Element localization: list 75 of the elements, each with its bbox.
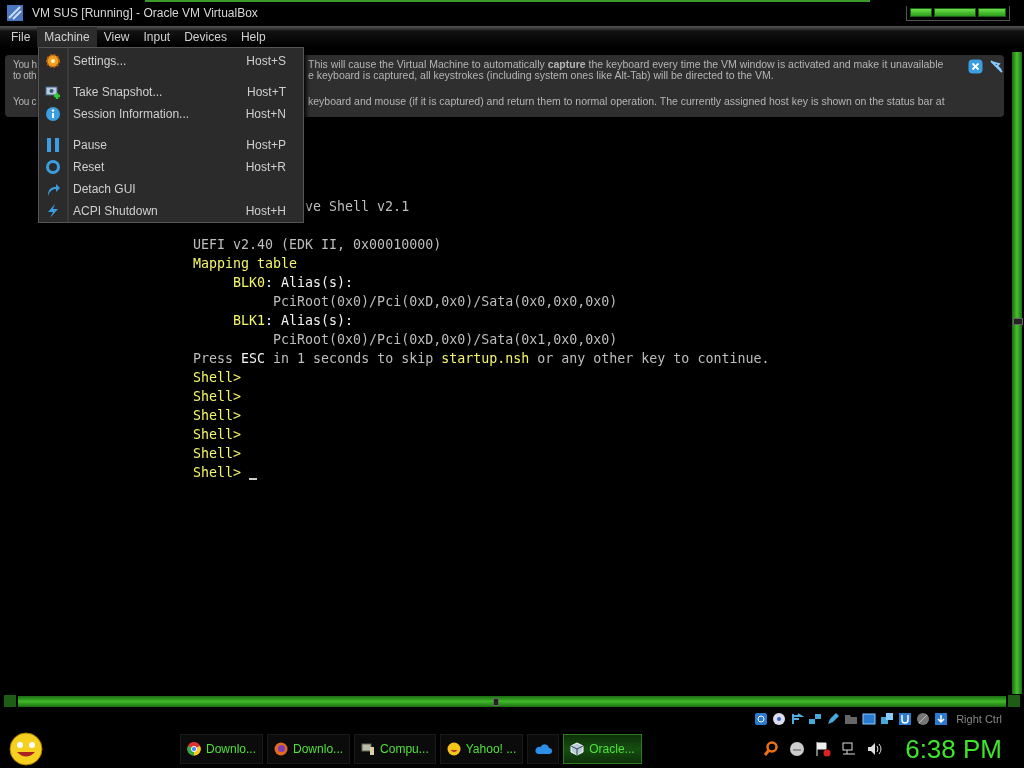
- terminal-line: PciRoot(0x0)/Pci(0xD,0x0)/Sata(0x1,0x0,0x0): [272, 331, 618, 349]
- taskbar-button[interactable]: [527, 734, 560, 764]
- terminal-line: UEFI v2.40 (EDK II, 0x00010000): [193, 236, 442, 254]
- info-icon: [45, 106, 61, 122]
- camera-plus-icon: [45, 84, 61, 100]
- notification-text: This will cause the Virtual Machine to automatically capture the keyboard every time the VM window is activated and make it unavailable: [308, 59, 944, 70]
- network-icon: [808, 712, 823, 726]
- menu-item[interactable]: Machine: [37, 27, 97, 47]
- horizontal-scrollbar[interactable]: [18, 695, 1006, 707]
- terminal-line: Shell>: [193, 445, 242, 463]
- taskbar-button[interactable]: Compu...: [354, 734, 436, 764]
- notification-text: e keyboard is captured, all keystrokes (including system ones like Alt-Tab) will be directed to the VM.: [308, 70, 774, 81]
- pen-icon: [826, 712, 841, 726]
- pause-icon: [45, 137, 61, 153]
- gear-icon: [45, 53, 61, 69]
- smiley-icon: [789, 741, 806, 757]
- menu-item[interactable]: Devices: [177, 27, 234, 47]
- folder-icon: [844, 712, 859, 726]
- terminal-line: Shell>: [193, 388, 242, 406]
- ring-icon: [45, 159, 61, 175]
- host-key-label: Right Ctrl: [956, 713, 1002, 725]
- taskbar-button[interactable]: Oracle...: [563, 734, 642, 764]
- terminal-line: BLK0: Alias(s):: [232, 274, 354, 292]
- taskbar-button[interactable]: Yahoo! ...: [439, 734, 524, 764]
- notification-text: keyboard and mouse (if it is captured) and return them to normal operation. The currently assigned host key is shown on the status bar at: [308, 96, 945, 107]
- smiley-icon: [446, 742, 461, 756]
- computer-icon: [361, 742, 376, 756]
- network-icon: [841, 741, 858, 757]
- terminal-line: BLK1: Alias(s):: [232, 312, 354, 330]
- terminal-line: Shell>: [193, 369, 242, 387]
- smiley-icon[interactable]: [8, 732, 44, 766]
- text-cursor: [249, 478, 258, 480]
- maximize-button[interactable]: [934, 7, 976, 17]
- menu-item[interactable]: ACPI Shutdown Host+H: [39, 200, 303, 222]
- menu-item[interactable]: Detach GUI: [39, 178, 303, 200]
- taskbar-button[interactable]: Downlo...: [267, 734, 351, 764]
- display-icon: [862, 712, 877, 726]
- menu-item[interactable]: Take Snapshot... Host+T: [39, 81, 303, 103]
- pointer-crossed-icon[interactable]: [989, 59, 1004, 74]
- menu-item[interactable]: File: [4, 27, 38, 47]
- menu-item[interactable]: Pause Host+P: [39, 134, 303, 156]
- vertical-scrollbar[interactable]: [1012, 52, 1022, 694]
- terminal-line: Press ESC in 1 seconds to skip startup.nsh or any other key to continue.: [193, 350, 770, 368]
- menu-item[interactable]: Settings... Host+S: [39, 50, 303, 72]
- terminal-line: Shell>: [193, 464, 242, 482]
- menu-item[interactable]: Help: [233, 27, 273, 47]
- close-icon[interactable]: [968, 59, 983, 74]
- terminal-line: PciRoot(0x0)/Pci(0xD,0x0)/Sata(0x0,0x0,0x0): [272, 293, 618, 311]
- fox-globe-icon: [274, 742, 289, 756]
- clock: 6:38 PM: [905, 733, 1002, 765]
- curved-arrow-icon: [45, 181, 61, 197]
- search-icon: [763, 741, 780, 757]
- terminal-line: Mapping table: [193, 255, 298, 273]
- notification-text: You c: [13, 96, 37, 107]
- lightning-icon: [45, 203, 61, 219]
- browser-icon: [187, 742, 201, 756]
- terminal-line: Shell>: [193, 426, 242, 444]
- menu-item[interactable]: View: [96, 27, 137, 47]
- menu-item[interactable]: Input: [136, 27, 178, 47]
- window-title: VM SUS [Running] - Oracle VM VirtualBox: [32, 6, 258, 20]
- flag-crossed-icon: [815, 741, 832, 757]
- optical-disc-icon: [772, 712, 787, 726]
- speaker-icon: [867, 741, 884, 757]
- cloud-icon: [534, 743, 553, 755]
- terminal-line: Shell>: [193, 407, 242, 425]
- cube-icon: [570, 742, 585, 756]
- app-icon: [6, 4, 24, 22]
- minimize-button[interactable]: [910, 7, 932, 17]
- menu-item[interactable]: Reset Host+R: [39, 156, 303, 178]
- close-button[interactable]: [978, 7, 1006, 17]
- taskbar-button[interactable]: Downlo...: [180, 734, 264, 764]
- notification-text: You h: [13, 59, 37, 70]
- terminal-line: ve Shell v2.1: [305, 198, 410, 216]
- notification-text: to oth: [13, 70, 37, 81]
- menu-item[interactable]: Session Information... Host+N: [39, 103, 303, 125]
